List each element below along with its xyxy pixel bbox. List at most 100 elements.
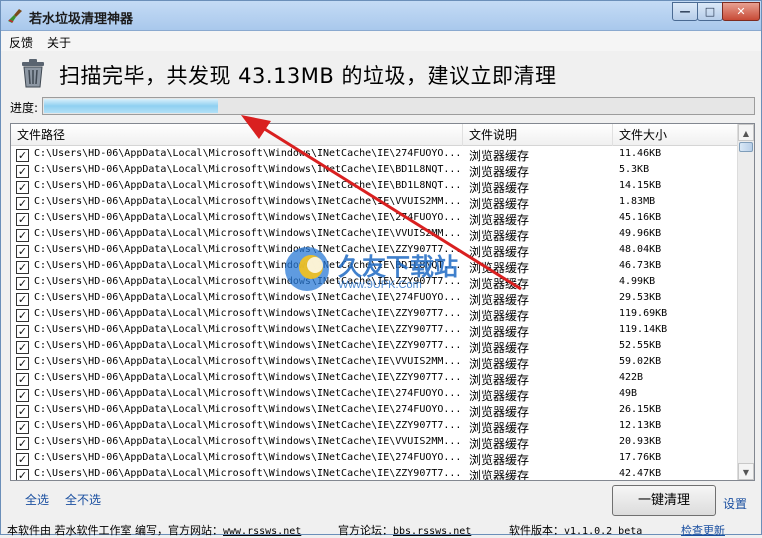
- row-checkbox[interactable]: ✓: [16, 389, 29, 402]
- row-size: 14.15KB: [619, 180, 662, 191]
- row-checkbox[interactable]: ✓: [16, 261, 29, 274]
- row-size: 1.83MB: [619, 196, 656, 207]
- list-item[interactable]: ✓ C:\Users\HD-06\AppData\Local\Microsoft\…: [11, 339, 738, 355]
- list-item[interactable]: ✓ C:\Users\HD-06\AppData\Local\Microsoft\…: [11, 307, 738, 323]
- row-size: 49.96KB: [619, 228, 662, 239]
- row-description: 浏览器缓存: [469, 421, 530, 435]
- official-site-link[interactable]: www.rssws.net: [223, 526, 301, 537]
- row-path: C:\Users\HD-06\AppData\Local\Microsoft\W…: [34, 388, 462, 399]
- footer-site: 本软件由 若水软件工作室 编写，官方网站：www.rssws.net: [7, 522, 301, 538]
- row-path: C:\Users\HD-06\AppData\Local\Microsoft\W…: [34, 420, 462, 431]
- footer-site-prefix: 本软件由 若水软件工作室 编写，官方网站：: [7, 524, 223, 537]
- row-size: 26.15KB: [619, 404, 662, 415]
- version-label: 软件版本：: [509, 524, 564, 537]
- row-checkbox[interactable]: ✓: [16, 341, 29, 354]
- scroll-down-icon[interactable]: ▼: [738, 463, 754, 480]
- row-checkbox[interactable]: ✓: [16, 325, 29, 338]
- row-checkbox[interactable]: ✓: [16, 149, 29, 162]
- row-path: C:\Users\HD-06\AppData\Local\Microsoft\W…: [34, 308, 462, 319]
- row-size: 48.04KB: [619, 244, 662, 255]
- select-all-link[interactable]: 全选: [25, 491, 49, 508]
- list-item[interactable]: ✓ C:\Users\HD-06\AppData\Local\Microsoft\…: [11, 403, 738, 419]
- row-checkbox[interactable]: ✓: [16, 309, 29, 322]
- footer-version: 软件版本：v1.1.0.2 beta: [509, 522, 642, 538]
- list-item[interactable]: ✓ C:\Users\HD-06\AppData\Local\Microsoft\…: [11, 467, 738, 480]
- list-item[interactable]: ✓ C:\Users\HD-06\AppData\Local\Microsoft\…: [11, 435, 738, 451]
- row-checkbox[interactable]: ✓: [16, 405, 29, 418]
- row-description: 浏览器缓存: [469, 341, 530, 355]
- list-item[interactable]: ✓ C:\Users\HD-06\AppData\Local\Microsoft\…: [11, 387, 738, 403]
- row-checkbox[interactable]: ✓: [16, 469, 29, 480]
- scan-result-text: 扫描完毕，共发现 43.13MB 的垃圾，建议立即清理: [59, 64, 557, 88]
- row-checkbox[interactable]: ✓: [16, 213, 29, 226]
- footer: 本软件由 若水软件工作室 编写，官方网站：www.rssws.net 官方论坛：…: [1, 519, 761, 538]
- app-window: 若水垃圾清理神器 — □ ✕ 反馈 关于 扫描完毕，共发现 43.13MB 的垃…: [0, 0, 762, 538]
- row-size: 422B: [619, 372, 644, 383]
- row-size: 17.76KB: [619, 452, 662, 463]
- title-bar[interactable]: 若水垃圾清理神器 — □ ✕: [1, 1, 761, 31]
- row-size: 119.69KB: [619, 308, 668, 319]
- window-title: 若水垃圾清理神器: [29, 12, 134, 27]
- row-size: 119.14KB: [619, 324, 668, 335]
- row-size: 4.99KB: [619, 276, 656, 287]
- row-description: 浏览器缓存: [469, 325, 530, 339]
- row-size: 5.3KB: [619, 164, 650, 175]
- list-item[interactable]: ✓ C:\Users\HD-06\AppData\Local\Microsoft\…: [11, 355, 738, 371]
- trash-can-icon: [22, 59, 44, 88]
- progress-label: 进度:: [10, 101, 39, 115]
- list-item[interactable]: ✓ C:\Users\HD-06\AppData\Local\Microsoft\…: [11, 323, 738, 339]
- menu-about[interactable]: 关于: [47, 34, 71, 51]
- watermark-logo-icon: [285, 247, 329, 291]
- row-size: 42.47KB: [619, 468, 662, 479]
- vertical-scrollbar[interactable]: ▲ ▼: [737, 124, 754, 480]
- row-checkbox[interactable]: ✓: [16, 277, 29, 290]
- list-item[interactable]: ✓ C:\Users\HD-06\AppData\Local\Microsoft\…: [11, 371, 738, 387]
- close-button[interactable]: ✕: [722, 2, 760, 21]
- row-size: 52.55KB: [619, 340, 662, 351]
- row-description: 浏览器缓存: [469, 453, 530, 467]
- row-size: 29.53KB: [619, 292, 662, 303]
- row-checkbox[interactable]: ✓: [16, 453, 29, 466]
- row-checkbox[interactable]: ✓: [16, 421, 29, 434]
- row-size: 46.73KB: [619, 260, 662, 271]
- scroll-up-icon[interactable]: ▲: [738, 124, 754, 141]
- scroll-thumb[interactable]: [739, 142, 753, 152]
- broom-icon: [8, 9, 22, 23]
- footer-forum: 官方论坛：bbs.rssws.net: [338, 522, 471, 538]
- row-checkbox[interactable]: ✓: [16, 245, 29, 258]
- row-checkbox[interactable]: ✓: [16, 197, 29, 210]
- row-path: C:\Users\HD-06\AppData\Local\Microsoft\W…: [34, 404, 462, 415]
- row-checkbox[interactable]: ✓: [16, 165, 29, 178]
- row-size: 59.02KB: [619, 356, 662, 367]
- check-update-link[interactable]: 检查更新: [681, 522, 725, 538]
- row-checkbox[interactable]: ✓: [16, 229, 29, 242]
- row-path: C:\Users\HD-06\AppData\Local\Microsoft\W…: [34, 468, 462, 479]
- watermark-name: 久友下载站: [338, 253, 458, 281]
- row-checkbox[interactable]: ✓: [16, 373, 29, 386]
- row-description: 浏览器缓存: [469, 373, 530, 387]
- column-header-size[interactable]: 文件大小: [613, 124, 738, 146]
- row-path: C:\Users\HD-06\AppData\Local\Microsoft\W…: [34, 372, 462, 383]
- row-size: 12.13KB: [619, 420, 662, 431]
- select-none-link[interactable]: 全不选: [65, 491, 101, 508]
- row-checkbox[interactable]: ✓: [16, 437, 29, 450]
- row-size: 45.16KB: [619, 212, 662, 223]
- row-description: 浏览器缓存: [469, 437, 530, 451]
- clean-now-button[interactable]: 一键清理: [612, 485, 716, 516]
- row-description: 浏览器缓存: [469, 389, 530, 403]
- row-description: 浏览器缓存: [469, 309, 530, 323]
- settings-link[interactable]: 设置: [723, 495, 747, 512]
- progress-fill: [44, 99, 218, 113]
- row-checkbox[interactable]: ✓: [16, 181, 29, 194]
- maximize-button[interactable]: □: [697, 2, 723, 21]
- row-checkbox[interactable]: ✓: [16, 293, 29, 306]
- minimize-button[interactable]: —: [672, 2, 698, 21]
- list-item[interactable]: ✓ C:\Users\HD-06\AppData\Local\Microsoft\…: [11, 419, 738, 435]
- row-path: C:\Users\HD-06\AppData\Local\Microsoft\W…: [34, 452, 462, 463]
- menu-feedback[interactable]: 反馈: [9, 34, 33, 51]
- row-checkbox[interactable]: ✓: [16, 357, 29, 370]
- row-description: 浏览器缓存: [469, 357, 530, 371]
- official-forum-link[interactable]: bbs.rssws.net: [393, 526, 471, 537]
- list-item[interactable]: ✓ C:\Users\HD-06\AppData\Local\Microsoft\…: [11, 451, 738, 467]
- row-path: C:\Users\HD-06\AppData\Local\Microsoft\W…: [34, 356, 462, 367]
